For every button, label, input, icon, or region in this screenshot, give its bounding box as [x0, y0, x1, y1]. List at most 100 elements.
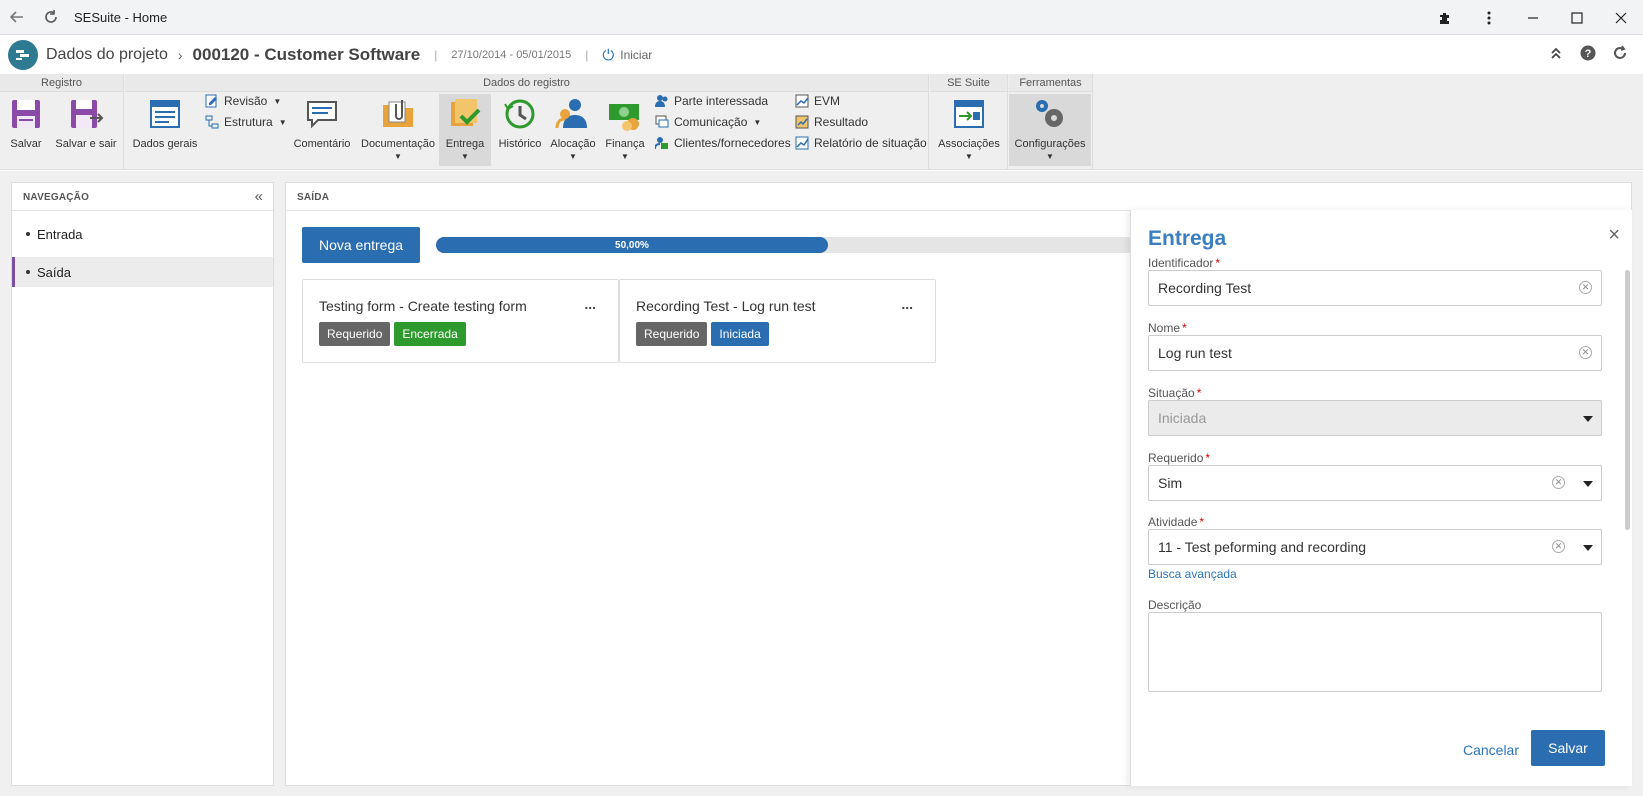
sesuite-logo-icon[interactable] — [8, 40, 38, 70]
reload-icon[interactable] — [34, 0, 68, 35]
save-button[interactable]: Salvar — [1531, 730, 1605, 766]
navigation-title: NAVEGAÇÃO — [12, 183, 273, 211]
clientes-fornecedores-button[interactable]: Clientes/fornecedores — [655, 136, 791, 150]
caret-down-icon: ▼ — [621, 152, 629, 161]
progress-bar: 50,00% — [436, 237, 1136, 253]
back-icon[interactable] — [0, 0, 34, 35]
delivery-card[interactable]: Testing form - Create testing form ... R… — [302, 279, 619, 363]
structure-icon — [205, 115, 219, 129]
refresh-icon[interactable] — [1611, 44, 1629, 62]
caret-down-icon: ▼ — [273, 96, 282, 106]
power-icon: ⏻ — [602, 46, 615, 64]
header-separator: | — [585, 48, 589, 62]
alocacao-button[interactable]: Alocação ▼ — [549, 94, 597, 166]
historico-button[interactable]: Histórico — [495, 94, 545, 166]
close-window-icon[interactable] — [1599, 0, 1643, 35]
entrega-side-panel: Entrega × Identificador * Recording Test … — [1130, 210, 1632, 786]
nav-item-saida[interactable]: Saída — [12, 257, 273, 287]
scrollbar[interactable] — [1625, 270, 1630, 530]
collapse-left-icon[interactable]: « — [255, 188, 263, 205]
comentario-button[interactable]: Comentário — [291, 94, 353, 166]
configuracoes-label: Configurações — [1014, 138, 1086, 150]
descricao-textarea[interactable] — [1148, 612, 1602, 692]
atividade-select[interactable]: 11 - Test peforming and recording ✕ — [1148, 529, 1602, 565]
bullet-icon — [26, 270, 30, 274]
more-options-icon[interactable]: ... — [901, 296, 913, 312]
communication-icon — [655, 115, 669, 128]
estrutura-button[interactable]: Estrutura ▼ — [205, 115, 287, 129]
evm-button[interactable]: EVM — [795, 94, 840, 108]
progress-fill: 50,00% — [436, 237, 828, 253]
nav-item-entrada[interactable]: Entrada — [12, 219, 273, 249]
nova-entrega-button[interactable]: Nova entrega — [302, 227, 420, 263]
start-button[interactable]: ⏻ Iniciar — [602, 47, 652, 64]
relatorio-situacao-label: Relatório de situação — [814, 136, 927, 150]
documentacao-button[interactable]: Documentação ▼ — [361, 94, 435, 166]
financa-button[interactable]: Finança ▼ — [601, 94, 649, 166]
revisao-button[interactable]: Revisão ▼ — [205, 94, 281, 108]
browser-tab-title: SESuite - Home — [74, 9, 168, 25]
resultado-button[interactable]: Resultado — [795, 115, 868, 129]
salvar-button[interactable]: Salvar — [4, 94, 48, 166]
associacoes-label: Associações — [938, 138, 1000, 150]
clear-icon[interactable]: ✕ — [1579, 281, 1592, 294]
configuracoes-button[interactable]: Configurações ▼ — [1009, 94, 1091, 166]
svg-text:?: ? — [1585, 48, 1592, 60]
comunicacao-label: Comunicação — [674, 115, 748, 129]
folder-clip-icon — [383, 100, 413, 127]
app-header: Dados do projeto › 000120 - Customer Sof… — [0, 36, 1643, 74]
ribbon-group-title: Registro — [0, 74, 123, 92]
situacao-select: Iniciada — [1148, 400, 1602, 436]
salvar-e-sair-label: Salvar e sair — [55, 138, 117, 150]
nome-label: Nome * — [1148, 321, 1187, 335]
comment-icon — [307, 101, 337, 129]
clear-icon[interactable]: ✕ — [1579, 346, 1592, 359]
alocacao-label: Alocação — [550, 138, 596, 150]
navigation-panel: NAVEGAÇÃO « Entrada Saída — [11, 182, 274, 786]
parte-interessada-button[interactable]: Parte interessada — [655, 94, 768, 108]
comunicacao-button[interactable]: Comunicação ▼ — [655, 115, 761, 129]
caret-down-icon: ▼ — [394, 152, 402, 161]
identificador-field[interactable]: Recording Test ✕ — [1148, 270, 1602, 306]
dropdown-arrow-icon[interactable] — [1583, 481, 1593, 487]
busca-avancada-link[interactable]: Busca avançada — [1148, 567, 1237, 581]
dropdown-arrow-icon — [1583, 416, 1593, 422]
atividade-label: Atividade * — [1148, 515, 1205, 529]
start-label: Iniciar — [620, 48, 653, 62]
entrega-button[interactable]: Entrega ▼ — [439, 94, 491, 166]
requerido-select[interactable]: Sim ✕ — [1148, 465, 1602, 501]
more-options-icon[interactable]: ... — [584, 296, 596, 312]
salvar-e-sair-button[interactable]: Salvar e sair — [54, 94, 118, 166]
extensions-icon[interactable] — [1423, 0, 1467, 35]
nome-field[interactable]: Log run test ✕ — [1148, 335, 1602, 371]
clear-icon[interactable]: ✕ — [1552, 476, 1565, 489]
ribbon-group-dados: Dados do registro Dados gerais Revisão ▼… — [125, 74, 929, 170]
ribbon-toolbar: Registro Salvar Salvar e sair Dados do r… — [0, 74, 1643, 170]
dados-gerais-label: Dados gerais — [132, 138, 198, 150]
breadcrumb-root[interactable]: Dados do projeto — [46, 46, 168, 64]
ribbon-group-title: SE Suite — [930, 74, 1007, 92]
maximize-icon[interactable] — [1555, 0, 1599, 35]
close-icon[interactable]: × — [1608, 224, 1620, 247]
form-icon — [150, 100, 180, 128]
nav-item-label: Entrada — [37, 226, 83, 242]
minimize-icon[interactable] — [1511, 0, 1555, 35]
cancel-button[interactable]: Cancelar — [1463, 742, 1519, 758]
clients-icon — [655, 137, 668, 150]
dropdown-arrow-icon[interactable] — [1583, 545, 1593, 551]
descricao-label: Descrição — [1148, 598, 1202, 612]
status-badge: Iniciada — [711, 322, 769, 346]
delivery-card[interactable]: Recording Test - Log run test ... Requer… — [619, 279, 936, 363]
menu-dots-icon[interactable] — [1467, 0, 1511, 35]
relatorio-situacao-button[interactable]: Relatório de situação — [795, 136, 927, 150]
financa-label: Finança — [605, 138, 645, 150]
parte-interessada-label: Parte interessada — [674, 94, 769, 108]
caret-down-icon: ▼ — [278, 117, 287, 127]
associacoes-button[interactable]: Associações ▼ — [934, 94, 1004, 166]
collapse-up-icon[interactable] — [1547, 44, 1565, 62]
status-badge: Requerido — [636, 322, 708, 346]
allocation-people-icon — [555, 99, 587, 129]
clear-icon[interactable]: ✕ — [1552, 540, 1565, 553]
dados-gerais-button[interactable]: Dados gerais — [133, 94, 197, 166]
help-icon[interactable]: ? — [1579, 44, 1597, 62]
